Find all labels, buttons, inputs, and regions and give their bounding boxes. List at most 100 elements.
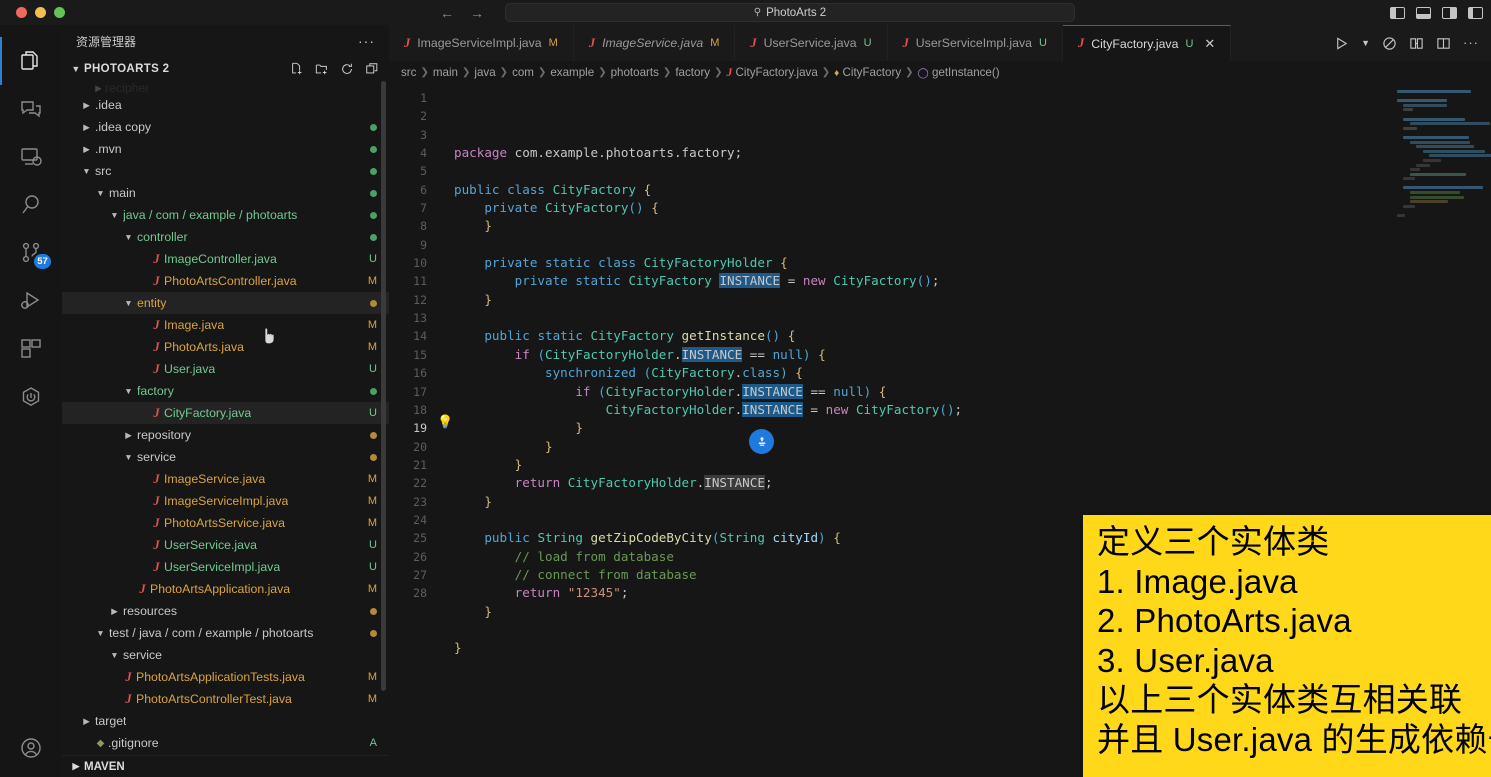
tree-file-row[interactable]: ▶ J PhotoArtsController.java M — [62, 270, 389, 292]
tree-file-row[interactable]: ▶ J PhotoArtsApplicationTests.java M — [62, 666, 389, 688]
tree-folder-row[interactable]: ▶ resources — [62, 600, 389, 622]
new-folder-icon[interactable] — [315, 62, 329, 76]
no-preview-icon[interactable] — [1382, 36, 1397, 51]
activity-item-source-control[interactable]: 57 — [0, 229, 62, 277]
tree-file-row[interactable]: ▶ J ImageServiceImpl.java M — [62, 490, 389, 512]
toggle-panel-icon[interactable] — [1416, 6, 1431, 19]
activity-item-account[interactable] — [0, 729, 62, 777]
lightbulb-code-action-icon[interactable]: 💡 — [437, 414, 453, 430]
tree-file-row[interactable]: ▶ J UserServiceImpl.java U — [62, 556, 389, 578]
breadcrumb-item[interactable]: ♦ CityFactory — [834, 66, 901, 79]
vscode-window: ← → ⚲ PhotoArts 2 57 资源管理器 ··· ▼ PHOTOAR… — [0, 0, 1491, 777]
customize-layout-icon[interactable] — [1468, 6, 1483, 19]
tree-folder-row[interactable]: ▼ service — [62, 644, 389, 666]
tree-folder-row[interactable]: ▼ service — [62, 446, 389, 468]
tree-file-row[interactable]: ▶ J PhotoArtsControllerTest.java M — [62, 688, 389, 710]
breadcrumb-item[interactable]: src — [401, 66, 416, 79]
java-file-icon: J — [153, 515, 160, 530]
tree-folder-row[interactable]: ▼ controller — [62, 226, 389, 248]
tree-row-label: ImageService.java — [164, 472, 266, 486]
editor-tab-imageservice-java[interactable]: J ImageService.java M — [573, 25, 736, 61]
tree-file-row[interactable]: ▶ J PhotoArtsService.java M — [62, 512, 389, 534]
breadcrumb-item[interactable]: ◯ getInstance() — [918, 66, 1000, 79]
tree-folder-row[interactable]: ▼ factory — [62, 380, 389, 402]
editor-tab-userservice-java[interactable]: J UserService.java U — [735, 25, 888, 61]
line-number-gutter: 1 2 3 4 5 6 7 8 9 10 11 12 13 14 15 16 17 18 19 20 21 22 23 24 2… — [389, 84, 436, 777]
tree-row-label: PhotoArts.java — [164, 340, 244, 354]
activity-item-search[interactable] — [0, 181, 62, 229]
go-forward-icon[interactable]: → — [470, 6, 484, 20]
tree-file-row[interactable]: ▶ J PhotoArtsApplication.java M — [62, 578, 389, 600]
chevron-down-icon[interactable]: ▼ — [1361, 38, 1370, 48]
tree-folder-row[interactable]: ▶ .mvn — [62, 138, 389, 160]
tree-file-row[interactable]: ▶ J CityFactory.java U — [62, 402, 389, 424]
activity-bar: 57 — [0, 25, 62, 777]
activity-item-power[interactable] — [0, 373, 62, 421]
close-tab-icon[interactable]: ✕ — [1204, 36, 1215, 52]
breadcrumb-item[interactable]: photoarts — [611, 66, 659, 79]
line-number: 2 — [420, 109, 427, 124]
tree-folder-row[interactable]: ▼ src — [62, 160, 389, 182]
git-status-badge: M — [367, 319, 377, 331]
tree-folder-row[interactable]: ▶ repository — [62, 424, 389, 446]
breadcrumb-item[interactable]: java — [474, 66, 495, 79]
git-status-dot — [370, 211, 377, 219]
project-root-header[interactable]: ▼ PHOTOARTS 2 — [62, 57, 389, 81]
tree-file-row[interactable]: ▶ J ImageService.java M — [62, 468, 389, 490]
maximize-window-button[interactable] — [54, 7, 65, 18]
tree-file-row[interactable]: ▶ J UserService.java U — [62, 534, 389, 556]
breadcrumb-item[interactable]: com — [512, 66, 534, 79]
tree-folder-row[interactable]: ▼ main — [62, 182, 389, 204]
tree-file-row[interactable]: ▶ J PhotoArts.java M — [62, 336, 389, 358]
tree-folder-row[interactable]: ▼ java / com / example / photoarts — [62, 204, 389, 226]
tree-folder-row[interactable]: ▼ entity — [62, 292, 389, 314]
explorer-more-actions-icon[interactable]: ··· — [358, 34, 375, 48]
toggle-primary-sidebar-icon[interactable] — [1390, 6, 1405, 19]
tree-row-label: factory — [137, 384, 174, 398]
file-tree[interactable]: ▶ recipher ▶ .idea ▶ .idea copy ▶ .mvn ▼ src ▼ main… — [62, 81, 389, 755]
tree-folder-row[interactable]: ▶ .idea — [62, 94, 389, 116]
activity-item-remote-explorer[interactable] — [0, 133, 62, 181]
breadcrumb-item[interactable]: example — [550, 66, 594, 79]
breadcrumb-item[interactable]: J CityFactory.java — [727, 66, 818, 79]
split-compare-icon[interactable] — [1409, 36, 1424, 51]
tree-folder-row[interactable]: ▶ .idea copy — [62, 116, 389, 138]
copilot-icon[interactable] — [749, 429, 774, 454]
breadcrumb-item[interactable]: main — [433, 66, 458, 79]
run-icon[interactable] — [1334, 36, 1349, 51]
sidebar-scrollbar[interactable] — [381, 81, 386, 691]
toggle-secondary-sidebar-icon[interactable] — [1442, 6, 1457, 19]
activity-item-run-and-debug[interactable] — [0, 277, 62, 325]
breadcrumb-separator: ❯ — [821, 67, 831, 78]
tree-file-row[interactable]: ▶◆.gitignore A — [62, 732, 389, 754]
editor-tab-userserviceimpl-java[interactable]: J UserServiceImpl.java U — [887, 25, 1063, 61]
tree-file-row[interactable]: ▶ J ImageController.java U — [62, 248, 389, 270]
new-file-icon[interactable] — [290, 62, 304, 76]
tree-file-row[interactable]: ▶ J User.java U — [62, 358, 389, 380]
refresh-icon[interactable] — [340, 62, 354, 76]
command-center-search[interactable]: ⚲ PhotoArts 2 — [505, 3, 1075, 22]
copilot-glyph-icon — [758, 436, 765, 446]
editor-tab-imageserviceimpl-java[interactable]: J ImageServiceImpl.java M — [389, 25, 574, 61]
java-file-icon: J — [153, 559, 160, 574]
breadcrumb-item[interactable]: factory — [675, 66, 710, 79]
tree-row-label: entity — [137, 296, 167, 310]
chevron-right-icon: ▶ — [136, 562, 149, 573]
activity-item-explorer[interactable] — [0, 37, 62, 85]
java-file-icon: J — [588, 35, 596, 50]
close-window-button[interactable] — [16, 7, 27, 18]
activity-item-chat[interactable] — [0, 85, 62, 133]
tree-folder-row[interactable]: ▼ test / java / com / example / photoarts — [62, 622, 389, 644]
split-editor-icon[interactable] — [1436, 36, 1451, 51]
tree-folder-row[interactable]: ▶ target — [62, 710, 389, 732]
more-actions-icon[interactable]: ··· — [1463, 36, 1479, 49]
editor-tab-cityfactory-java[interactable]: J CityFactory.java U ✕ — [1062, 25, 1232, 61]
go-back-icon[interactable]: ← — [440, 6, 454, 20]
tree-file-row[interactable]: ▶ J Image.java M — [62, 314, 389, 336]
code-line: public class CityFactory { — [454, 181, 652, 197]
collapse-all-icon[interactable] — [365, 62, 379, 76]
line-number: 11 — [413, 274, 427, 289]
maven-section-header[interactable]: ▶ MAVEN — [62, 755, 389, 777]
activity-item-extensions[interactable] — [0, 325, 62, 373]
minimize-window-button[interactable] — [35, 7, 46, 18]
